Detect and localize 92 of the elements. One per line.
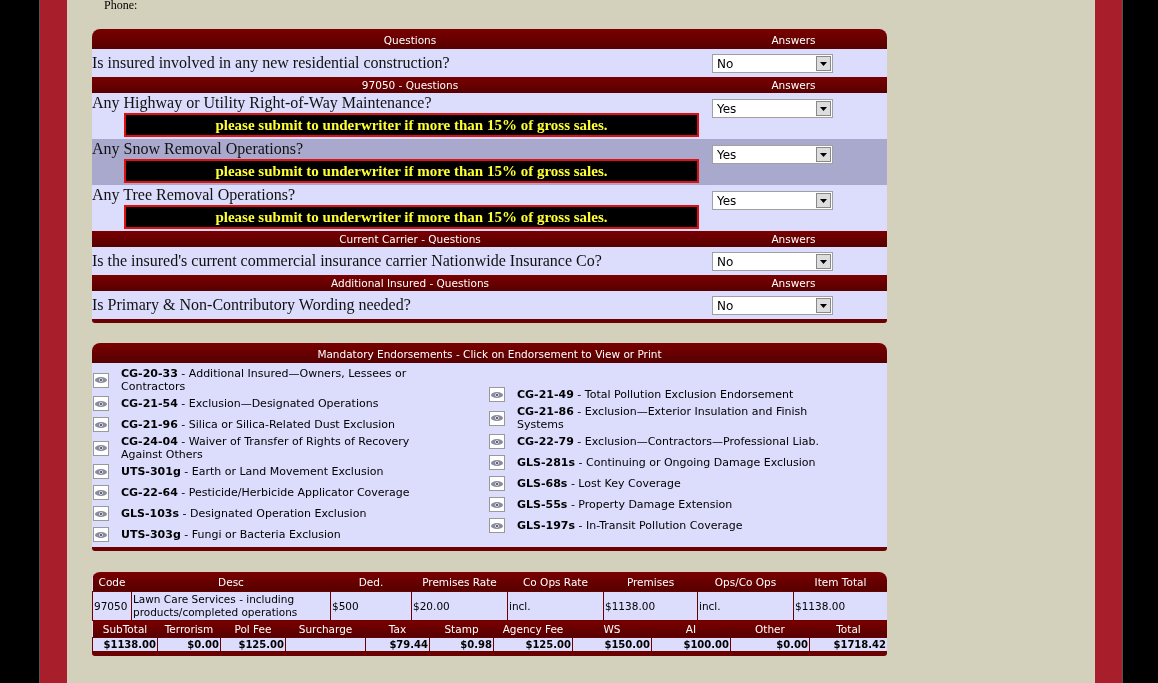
eye-icon[interactable] [93, 372, 109, 388]
endorsement-link[interactable]: UTS-303g - Fungi or Bacteria Exclusion [121, 528, 441, 541]
eye-icon[interactable] [93, 464, 109, 479]
phone-label: Phone: [104, 0, 138, 12]
answer-dropdown[interactable]: Yes [712, 99, 833, 118]
table-cell: incl. [697, 591, 794, 621]
endorsement-link[interactable]: UTS-301g - Earth or Land Movement Exclusion [121, 465, 441, 478]
endorsement-link[interactable]: CG-21-96 - Silica or Silica-Related Dust Exclusion [121, 418, 441, 431]
eye-icon[interactable] [489, 455, 505, 470]
eye-icon[interactable] [93, 485, 109, 500]
table-cell: $1138.00 [603, 591, 698, 621]
answer-dropdown[interactable]: No [712, 54, 833, 73]
eye-icon[interactable] [489, 410, 505, 426]
table-cell: Lawn Care Services - including products/completed operations [131, 591, 331, 621]
table-cell: incl. [507, 591, 604, 621]
table-cell: $1138.00 [92, 637, 158, 652]
endorsement-link[interactable]: GLS-68s - Lost Key Coverage [517, 477, 837, 490]
endorsement-link[interactable]: CG-21-54 - Exclusion—Designated Operations [121, 397, 441, 410]
warning-banner: please submit to underwriter if more than 15% of gross sales. [124, 159, 699, 183]
column-header: Tax [365, 621, 430, 638]
eye-icon[interactable] [489, 518, 505, 533]
endorsement-link[interactable]: GLS-103s - Designated Operation Exclusion [121, 507, 441, 520]
section-title: Additional Insured - Questions [329, 277, 490, 289]
column-header: Code [92, 572, 132, 592]
answer-dropdown[interactable]: No [712, 252, 833, 271]
answers-header: Answers [770, 79, 817, 91]
answers-header: Answers [770, 33, 817, 46]
column-header: AI [651, 621, 731, 638]
eye-icon[interactable] [93, 506, 109, 521]
section-title: Questions [382, 33, 438, 46]
endorsement-link[interactable]: CG-21-49 - Total Pollution Exclusion Endorsement [517, 388, 837, 401]
endorsement-link[interactable]: CG-22-64 - Pesticide/Herbicide Applicator Coverage [121, 486, 441, 499]
question-text: Any Snow Removal Operations? [92, 139, 305, 159]
table-cell: $125.00 [220, 637, 286, 652]
question-text: Is Primary & Non-Contributory Wording needed? [92, 295, 412, 316]
question-text: Any Highway or Utility Right-of-Way Maintenance? [92, 93, 433, 113]
column-header: Agency Fee [493, 621, 573, 638]
column-header: Ops/Co Ops [697, 572, 794, 592]
column-header: Ded. [330, 572, 412, 592]
table-cell: $500 [330, 591, 412, 621]
warning-banner: please submit to underwriter if more than 15% of gross sales. [124, 113, 699, 137]
column-header: Pol Fee [220, 621, 286, 638]
answer-dropdown[interactable]: Yes [712, 191, 833, 210]
answer-dropdown[interactable]: Yes [712, 145, 833, 164]
endorsement-link[interactable]: CG-24-04 - Waiver of Transfer of Rights of Recovery Against Others [121, 435, 441, 461]
warning-banner: please submit to underwriter if more than 15% of gross sales. [124, 205, 699, 229]
answers-header: Answers [770, 233, 817, 245]
eye-icon[interactable] [93, 396, 109, 411]
column-header: Surcharge [285, 621, 366, 638]
column-header: Item Total [793, 572, 887, 592]
eye-icon[interactable] [93, 527, 109, 542]
endorsement-link[interactable]: GLS-281s - Continuing or Ongoing Damage Exclusion [517, 456, 837, 469]
endorsement-link[interactable]: CG-21-86 - Exclusion—Exterior Insulation and Finish Systems [517, 405, 837, 431]
question-text: Is the insured's current commercial insurance carrier Nationwide Insurance Co? [92, 251, 603, 271]
table-cell: $0.00 [730, 637, 810, 652]
section-title: 97050 - Questions [360, 79, 460, 91]
answer-dropdown[interactable]: No [712, 296, 833, 315]
table-cell: $100.00 [651, 637, 731, 652]
column-header: Co Ops Rate [507, 572, 604, 592]
endorsement-link[interactable]: CG-22-79 - Exclusion—Contractors—Professional Liab. [517, 435, 837, 448]
answers-header: Answers [770, 277, 817, 289]
question-text: Any Tree Removal Operations? [92, 185, 297, 205]
section-title: Current Carrier - Questions [338, 233, 482, 245]
eye-icon[interactable] [489, 387, 505, 402]
column-header: Stamp [429, 621, 494, 638]
column-header: Premises [603, 572, 698, 592]
table-cell: 97050 [92, 591, 132, 621]
table-cell: $20.00 [411, 591, 508, 621]
eye-icon[interactable] [489, 434, 505, 449]
eye-icon[interactable] [93, 417, 109, 432]
eye-icon[interactable] [93, 440, 109, 456]
table-cell: $0.00 [157, 637, 221, 652]
table-cell: $125.00 [493, 637, 573, 652]
column-header: Other [730, 621, 810, 638]
endorsement-link[interactable]: CG-20-33 - Additional Insured—Owners, Lessees or Contractors [121, 367, 441, 393]
column-header: WS [572, 621, 652, 638]
table-cell: $1718.42 [809, 637, 887, 652]
column-header: Terrorism [157, 621, 221, 638]
table-cell: $79.44 [365, 637, 430, 652]
question-text: Is insured involved in any new residential construction? [92, 53, 451, 74]
eye-icon[interactable] [489, 497, 505, 512]
column-header: Desc [131, 572, 331, 592]
table-cell: $150.00 [572, 637, 652, 652]
endorsement-link[interactable]: GLS-197s - In-Transit Pollution Coverage [517, 519, 837, 532]
table-cell: $0.98 [429, 637, 494, 652]
table-cell: $1138.00 [793, 591, 887, 621]
column-header: Total [809, 621, 887, 638]
column-header: Premises Rate [411, 572, 508, 592]
column-header: SubTotal [92, 621, 158, 638]
eye-icon[interactable] [489, 476, 505, 491]
section-title: Mandatory Endorsements - Click on Endorsement to View or Print [317, 347, 662, 360]
endorsement-link[interactable]: GLS-55s - Property Damage Extension [517, 498, 837, 511]
